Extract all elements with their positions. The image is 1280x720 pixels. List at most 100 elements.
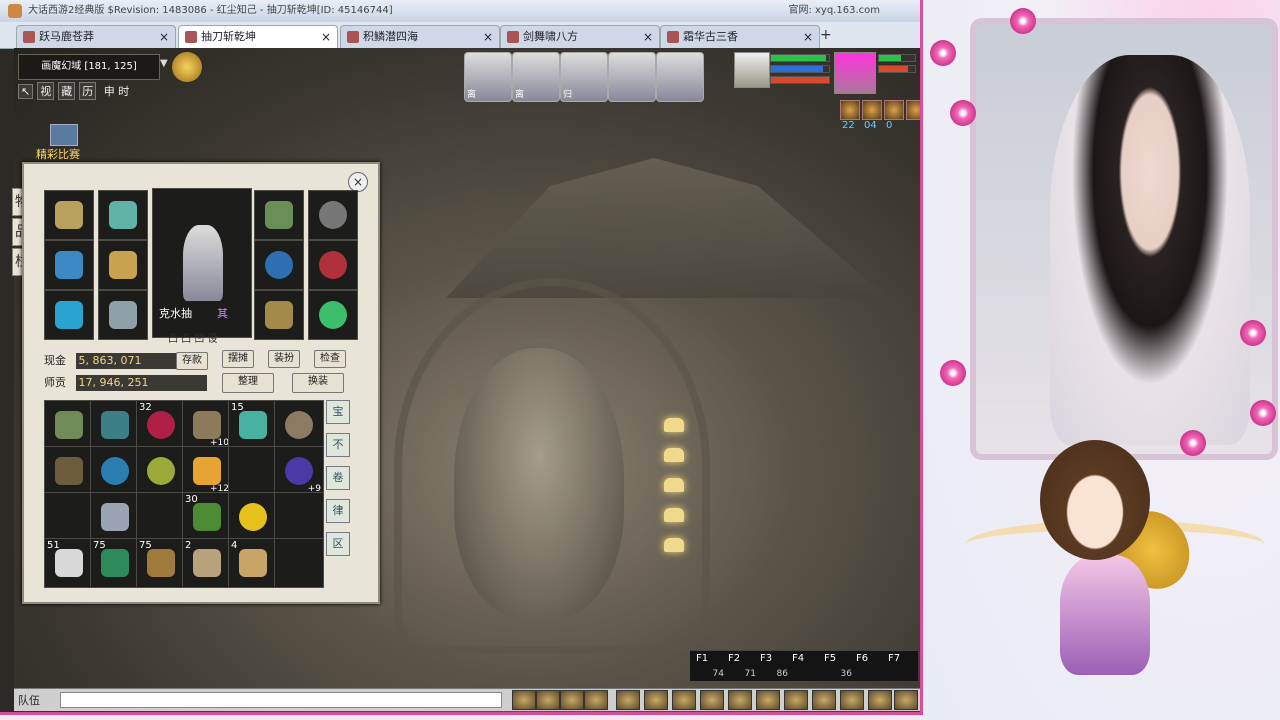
hotkey-f5[interactable]: F5 36: [824, 653, 854, 679]
keyboard-icon[interactable]: [584, 690, 608, 710]
hotkey-f1[interactable]: F1 74: [696, 653, 726, 679]
bag-slot[interactable]: [228, 446, 278, 496]
bag-page-tab[interactable]: 卷: [326, 466, 350, 490]
bag-slot[interactable]: +10: [182, 400, 232, 450]
bag-page-tab[interactable]: 区: [326, 532, 350, 556]
tab-close-icon[interactable]: ×: [483, 26, 493, 48]
hud-button-view[interactable]: 视: [37, 82, 55, 100]
bag-page-tab[interactable]: 不: [326, 433, 350, 457]
bag-slot[interactable]: 15: [228, 400, 278, 450]
buff-icon[interactable]: [906, 100, 920, 120]
location-display[interactable]: 画魔幻域 [181, 125]: [18, 54, 160, 80]
dress-button[interactable]: 装扮: [268, 350, 300, 368]
location-dropdown-icon[interactable]: ▼: [160, 58, 168, 69]
tab-close-icon[interactable]: ×: [321, 26, 331, 48]
hotkey-f4[interactable]: F4: [792, 653, 822, 679]
equip-slot[interactable]: [308, 190, 358, 240]
tab-2[interactable]: 抽刀斩乾坤 ×: [178, 25, 338, 48]
hud-button-arrow[interactable]: ↖: [18, 84, 34, 99]
tab-close-icon[interactable]: ×: [159, 26, 169, 48]
close-icon[interactable]: ×: [348, 172, 368, 192]
tab-4[interactable]: 剑舞啸八方 ×: [500, 25, 660, 48]
player-portrait[interactable]: [734, 52, 770, 88]
swap-outfit-button[interactable]: 换装: [292, 373, 344, 393]
character-icons[interactable]: 凸 凸 凹 设: [168, 330, 218, 345]
hud-button-history[interactable]: 历: [79, 82, 97, 100]
emote-icon[interactable]: [560, 690, 584, 710]
bag-slot[interactable]: [90, 492, 140, 542]
organize-button[interactable]: 整理: [222, 373, 274, 393]
bag-slot[interactable]: [228, 492, 278, 542]
bag-slot[interactable]: 30: [182, 492, 232, 542]
bag-slot[interactable]: [90, 400, 140, 450]
menu-taiji-icon[interactable]: [784, 690, 808, 710]
deposit-button[interactable]: 存款: [176, 352, 208, 370]
chat-channel[interactable]: 队伍: [18, 692, 40, 708]
equip-slot[interactable]: [44, 240, 94, 290]
chat-input[interactable]: [60, 692, 502, 708]
menu-shop-icon[interactable]: [840, 690, 864, 710]
tab-1[interactable]: 跃马鹿苍莽 ×: [16, 25, 176, 48]
bag-page-tab[interactable]: 宝: [326, 400, 350, 424]
pet-portrait[interactable]: [834, 52, 876, 94]
bag-slot[interactable]: 2: [182, 538, 232, 588]
equip-slot[interactable]: [254, 290, 304, 340]
equip-slot[interactable]: [308, 240, 358, 290]
team-portrait[interactable]: 离: [464, 52, 512, 102]
menu-pet-icon[interactable]: [644, 690, 668, 710]
team-portrait[interactable]: [656, 52, 704, 102]
team-portrait[interactable]: [608, 52, 656, 102]
bag-slot[interactable]: [274, 492, 324, 542]
bag-slot[interactable]: [136, 446, 186, 496]
buff-icon[interactable]: [884, 100, 904, 120]
team-portrait[interactable]: 归: [560, 52, 608, 102]
equip-slot[interactable]: [44, 290, 94, 340]
buff-icon[interactable]: [840, 100, 860, 120]
bag-slot[interactable]: 4: [228, 538, 278, 588]
menu-gang-icon[interactable]: [812, 690, 836, 710]
bag-slot[interactable]: [44, 446, 94, 496]
bag-slot[interactable]: 32: [136, 400, 186, 450]
hotkey-f2[interactable]: F2 71: [728, 653, 758, 679]
equip-slot[interactable]: [98, 190, 148, 240]
tab-close-icon[interactable]: ×: [803, 26, 813, 48]
chat-bubble-icon[interactable]: [536, 690, 560, 710]
bag-slot[interactable]: [44, 400, 94, 450]
hotkey-f7[interactable]: F7: [888, 653, 918, 679]
equip-slot[interactable]: [308, 290, 358, 340]
equip-slot[interactable]: [44, 190, 94, 240]
bag-slot[interactable]: +12: [182, 446, 232, 496]
bag-slot[interactable]: [44, 492, 94, 542]
new-tab-button[interactable]: +: [820, 27, 832, 43]
menu-bag-icon[interactable]: [672, 690, 696, 710]
equip-slot[interactable]: [98, 240, 148, 290]
stall-button[interactable]: 摆摊: [222, 350, 254, 368]
bag-slot[interactable]: +9: [274, 446, 324, 496]
tab-5[interactable]: 霜华古三香 ×: [660, 25, 820, 48]
menu-settings-icon[interactable]: [894, 690, 918, 710]
hud-button-hide[interactable]: 藏: [58, 82, 76, 100]
hotkey-f6[interactable]: F6: [856, 653, 886, 679]
bag-slot[interactable]: [90, 446, 140, 496]
bag-page-tab[interactable]: 律: [326, 499, 350, 523]
equip-slot[interactable]: [254, 240, 304, 290]
equip-slot[interactable]: [254, 190, 304, 240]
bag-slot[interactable]: [274, 400, 324, 450]
tab-close-icon[interactable]: ×: [643, 26, 653, 48]
bag-slot[interactable]: [274, 538, 324, 588]
bag-slot[interactable]: [136, 492, 186, 542]
menu-quest-icon[interactable]: [700, 690, 724, 710]
event-button[interactable]: 精彩比赛: [36, 124, 96, 161]
menu-attribute-icon[interactable]: [616, 690, 640, 710]
menu-team-icon[interactable]: [756, 690, 780, 710]
bag-slot[interactable]: 51: [44, 538, 94, 588]
team-portrait[interactable]: 离: [512, 52, 560, 102]
menu-combat-icon[interactable]: [728, 690, 752, 710]
buff-icon[interactable]: [862, 100, 882, 120]
tab-3[interactable]: 积鳞潜四海 ×: [340, 25, 500, 48]
mic-icon[interactable]: [512, 690, 536, 710]
activity-badge-icon[interactable]: [172, 52, 202, 82]
menu-system-icon[interactable]: [868, 690, 892, 710]
inspect-button[interactable]: 检查: [314, 350, 346, 368]
hotkey-f3[interactable]: F3 86: [760, 653, 790, 679]
